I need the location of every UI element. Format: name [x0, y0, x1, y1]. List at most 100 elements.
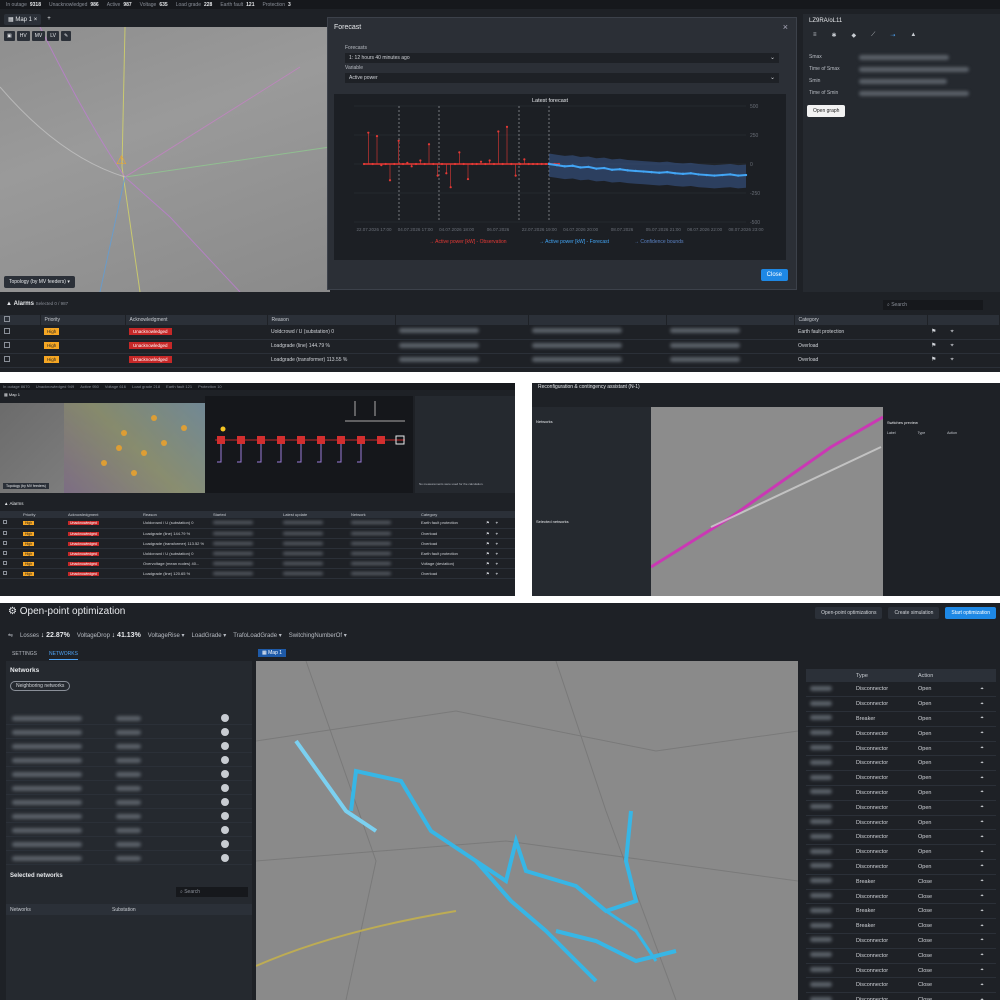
locate-icon[interactable]: ⚑ [931, 343, 936, 349]
target-icon[interactable]: ⌖ [980, 715, 983, 721]
col-blurred-2[interactable] [528, 315, 667, 325]
table-row[interactable]: Breaker Close ⌖ [806, 903, 996, 920]
table-row[interactable]: High Unacknowledged Overvoltage (mean node… [0, 558, 515, 569]
metric-item[interactable]: TrafoLoadGrade ▾ [233, 632, 282, 639]
col-substation[interactable]: Substation [112, 907, 136, 913]
close-icon[interactable]: × [34, 17, 38, 23]
select-all-header[interactable] [0, 511, 20, 518]
row-select[interactable] [0, 538, 20, 549]
table-row[interactable]: Breaker Close ⌖ [806, 874, 996, 890]
col-category[interactable]: Category [418, 511, 483, 518]
toggle-icon[interactable] [221, 770, 229, 778]
target-icon[interactable]: ⌖ [980, 997, 983, 1000]
legend-item[interactable]: → Active power [kW] - Observation [429, 239, 507, 245]
locate-icon[interactable]: ⚑ [486, 561, 490, 566]
col-category[interactable]: Category [794, 315, 928, 325]
list-item[interactable] [6, 711, 252, 725]
col-priority[interactable]: Priority [40, 315, 126, 325]
row-select[interactable] [0, 568, 20, 579]
table-row[interactable]: High Unacknowledged Loadgrade (line) 144.7… [0, 339, 1000, 354]
toggle-icon[interactable] [221, 840, 229, 848]
target-icon[interactable]: ⌖ [980, 849, 983, 855]
target-icon[interactable]: ⌖ [496, 571, 498, 576]
toggle-icon[interactable] [221, 714, 229, 722]
table-row[interactable]: Disconnector Open ⌖ [806, 815, 996, 831]
status-item[interactable]: Earth fault 121 [220, 2, 254, 8]
forecasts-select[interactable]: 1: 12 hours 40 minutes ago ⌄ [345, 53, 779, 63]
open-graph-button[interactable]: Open graph [807, 105, 846, 117]
checkbox[interactable] [3, 560, 7, 565]
status-item[interactable]: Active 950 [80, 384, 99, 389]
table-row[interactable]: Disconnector Open ⌖ [806, 726, 996, 742]
target-icon[interactable]: ⌖ [496, 520, 498, 525]
list-item[interactable] [6, 809, 252, 823]
target-icon[interactable]: ⌖ [980, 834, 983, 840]
table-row[interactable]: Disconnector Open ⌖ [806, 785, 996, 801]
variable-select[interactable]: Active power ⌄ [345, 73, 779, 83]
col-latest-update[interactable]: Latest update [280, 511, 348, 518]
table-row[interactable]: Disconnector Open ⌖ [806, 682, 996, 698]
schematic-view[interactable] [205, 396, 413, 493]
row-select[interactable] [0, 558, 20, 569]
col-networks[interactable]: Networks [6, 907, 112, 913]
checkbox[interactable] [3, 550, 7, 555]
row-select[interactable] [0, 353, 40, 368]
checkbox[interactable] [4, 342, 10, 348]
list-item[interactable] [6, 739, 252, 753]
list-item[interactable] [6, 823, 252, 837]
settings-icon[interactable]: ✱ [832, 32, 837, 39]
close-icon[interactable]: × [783, 22, 788, 32]
target-icon[interactable]: ⌖ [980, 730, 983, 736]
row-select[interactable] [0, 528, 20, 539]
toggle-icon[interactable] [221, 798, 229, 806]
col-action[interactable]: Action [914, 669, 964, 682]
metric-item[interactable]: VoltageRise ▾ [148, 632, 185, 639]
col-priority[interactable]: Priority [20, 511, 65, 518]
locate-icon[interactable]: ⚑ [931, 357, 936, 363]
bell-icon[interactable]: ▲ [910, 32, 916, 39]
target-icon[interactable]: ⌖ [980, 982, 983, 988]
pencil-icon[interactable]: ✎ [60, 31, 72, 41]
table-row[interactable]: Disconnector Open ⌖ [806, 829, 996, 846]
status-item[interactable]: Voltage 635 [140, 2, 168, 8]
locate-icon[interactable]: ⚑ [486, 520, 490, 525]
target-icon[interactable]: ⌖ [980, 878, 983, 884]
col-blurred-1[interactable] [395, 315, 529, 325]
metric-item[interactable]: VoltageDrop ↓ 41.13% [77, 632, 141, 639]
table-row[interactable]: Breaker Open ⌖ [806, 711, 996, 727]
list-item[interactable] [6, 725, 252, 739]
target-icon[interactable]: ⌖ [980, 908, 983, 914]
status-item[interactable]: Earth fault 121 [166, 384, 192, 389]
locate-icon[interactable]: ⚑ [931, 329, 936, 335]
target-icon[interactable]: ⌖ [980, 923, 983, 929]
target-icon[interactable]: ⌖ [980, 775, 983, 781]
toggle-icon[interactable] [221, 784, 229, 792]
target-icon[interactable]: ⌖ [980, 819, 983, 825]
checkbox[interactable] [4, 327, 10, 334]
toggle-icon[interactable] [221, 826, 229, 834]
target-icon[interactable]: ⌖ [980, 745, 983, 751]
target-icon[interactable]: ⌖ [980, 789, 983, 795]
create-simulation-button[interactable]: Create simulation [888, 607, 940, 619]
target-icon[interactable]: ⌖ [980, 686, 983, 692]
toggle-icon[interactable] [221, 854, 229, 862]
map-tab[interactable]: ▦ Map 1 [4, 392, 20, 397]
list-icon[interactable]: ≡ [813, 32, 817, 39]
target-icon[interactable]: ⌖ [950, 357, 953, 363]
target-icon[interactable]: ⌖ [980, 701, 983, 707]
neighboring-networks-button[interactable]: Neighboring networks [10, 681, 71, 691]
target-icon[interactable]: ⌖ [980, 804, 983, 810]
topology-dropdown[interactable]: Topology (by MV feeders) ▾ [4, 276, 75, 288]
col-type[interactable]: Type [852, 669, 914, 682]
table-row[interactable]: Disconnector Open ⌖ [806, 770, 996, 787]
layers-icon[interactable]: ▣ [4, 31, 15, 41]
map-view[interactable] [650, 407, 884, 596]
close-button[interactable]: Close [760, 269, 788, 281]
map-tab[interactable]: ▦ Map 1 [258, 649, 287, 657]
chart-icon[interactable]: ⟋ [871, 32, 875, 39]
topology-dropdown[interactable]: Topology (by MV feeders) [3, 483, 49, 489]
search-input[interactable]: ⌕ Search [176, 887, 248, 897]
status-item[interactable]: Active 987 [107, 2, 132, 8]
table-row[interactable]: Disconnector Open ⌖ [806, 844, 996, 861]
toggle-icon[interactable] [221, 812, 229, 820]
